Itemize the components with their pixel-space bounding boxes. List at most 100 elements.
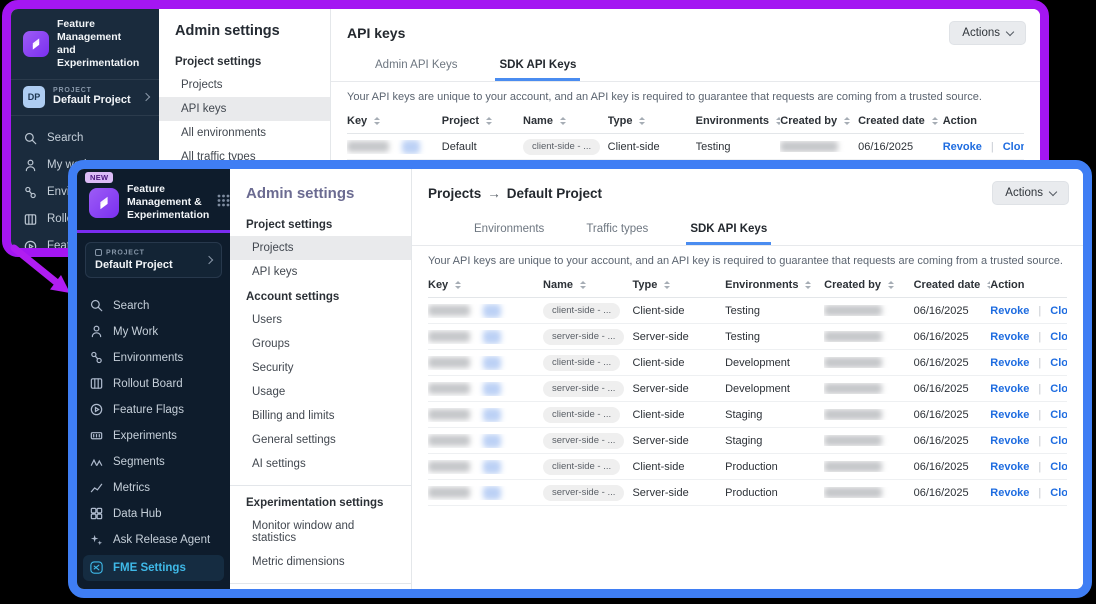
created-by-cell	[824, 435, 913, 446]
clone-link[interactable]: Clone	[1050, 435, 1067, 447]
back-project-selector[interactable]: DP PROJECT Default Project	[11, 80, 159, 116]
key-name-pill[interactable]: server-side - ...	[543, 381, 624, 397]
column-header-environments[interactable]: Environments	[725, 279, 824, 291]
tab[interactable]: Admin API Keys	[371, 53, 461, 81]
actions-button[interactable]: Actions	[949, 21, 1026, 45]
column-label: Name	[523, 115, 553, 127]
key-name-pill[interactable]: client-side - ...	[543, 407, 620, 423]
column-header-created-by[interactable]: Created by	[824, 279, 913, 291]
copy-key-icon[interactable]	[483, 460, 501, 474]
actions-button[interactable]: Actions	[992, 181, 1069, 205]
revoke-link[interactable]: Revoke	[990, 435, 1029, 447]
key-name-pill[interactable]: server-side - ...	[543, 485, 624, 501]
sidebar-item-rollout-board[interactable]: Rollout Board	[77, 371, 230, 397]
revoke-link[interactable]: Revoke	[990, 487, 1029, 499]
copy-key-icon[interactable]	[483, 356, 501, 370]
front-project-selector[interactable]: PROJECT Default Project	[85, 242, 222, 277]
sidebar-item-experiments[interactable]: Experiments	[77, 423, 230, 449]
copy-key-icon[interactable]	[483, 330, 501, 344]
sidebar-item-data-hub[interactable]: Data Hub	[77, 501, 230, 527]
sidebar-item-my-work[interactable]: My Work	[77, 319, 230, 345]
column-header-type[interactable]: Type	[632, 279, 725, 291]
admin-nav-item[interactable]: AI settings	[230, 452, 411, 476]
key-name-pill[interactable]: server-side - ...	[543, 329, 624, 345]
split-logo	[23, 31, 49, 57]
redacted-key	[428, 461, 470, 472]
sidebar-item-fme-settings[interactable]: FME Settings	[83, 555, 224, 581]
redacted-user	[824, 383, 882, 394]
revoke-link[interactable]: Revoke	[990, 383, 1029, 395]
breadcrumb-root[interactable]: Projects	[428, 186, 481, 201]
clone-link[interactable]: Clone	[1003, 141, 1024, 153]
clone-link[interactable]: Clone	[1050, 461, 1067, 473]
sidebar-item-feature-flags[interactable]: Feature Flags	[77, 397, 230, 423]
environments-cell: Testing	[725, 305, 824, 317]
clone-link[interactable]: Clone	[1050, 409, 1067, 421]
project-label-text: PROJECT	[106, 250, 145, 257]
table-row: client-side - ... Client-side Developmen…	[428, 350, 1067, 376]
revoke-link[interactable]: Revoke	[990, 409, 1029, 421]
copy-key-icon[interactable]	[483, 382, 501, 396]
column-header-created-date[interactable]: Created date	[858, 115, 943, 127]
tab[interactable]: SDK API Keys	[686, 217, 771, 245]
admin-nav-item[interactable]: Billing and limits	[230, 404, 411, 428]
admin-nav-item[interactable]: General settings	[230, 428, 411, 452]
admin-nav-item[interactable]: All environments	[159, 121, 330, 145]
copy-key-icon[interactable]	[483, 434, 501, 448]
revoke-link[interactable]: Revoke	[943, 141, 982, 153]
copy-key-icon[interactable]	[483, 304, 501, 318]
sidebar-item-ask-release-agent[interactable]: Ask Release Agent	[77, 527, 230, 553]
app-switcher-grid-icon[interactable]	[217, 194, 230, 212]
key-name-pill[interactable]: client-side - ...	[543, 459, 620, 475]
copy-key-icon[interactable]	[402, 140, 420, 154]
column-header-created-by[interactable]: Created by	[780, 115, 858, 127]
column-header-created-date[interactable]: Created date	[914, 279, 991, 291]
admin-nav-item[interactable]: Users	[230, 308, 411, 332]
key-name-pill[interactable]: client-side - ...	[543, 355, 620, 371]
column-header-environments[interactable]: Environments	[696, 115, 781, 127]
tab[interactable]: Traffic types	[582, 217, 652, 245]
column-header-key[interactable]: Key	[428, 279, 543, 291]
sidebar-item-environments[interactable]: Environments	[77, 345, 230, 371]
admin-nav-item[interactable]: Security	[230, 356, 411, 380]
copy-key-icon[interactable]	[483, 486, 501, 500]
tab[interactable]: SDK API Keys	[495, 53, 580, 81]
sidebar-item-segments[interactable]: Segments	[77, 449, 230, 475]
key-name-pill[interactable]: server-side - ...	[543, 433, 624, 449]
admin-nav-item[interactable]: Groups	[230, 332, 411, 356]
column-header-project[interactable]: Project	[442, 115, 523, 127]
revoke-link[interactable]: Revoke	[990, 461, 1029, 473]
environments-icon	[23, 185, 38, 200]
key-name-pill[interactable]: client-side - ...	[543, 303, 620, 319]
clone-link[interactable]: Clone	[1050, 383, 1067, 395]
column-header-name[interactable]: Name	[543, 279, 632, 291]
tab[interactable]: Environments	[470, 217, 548, 245]
clone-link[interactable]: Clone	[1050, 331, 1067, 343]
admin-nav-item[interactable]: Monitor window and statistics	[230, 514, 411, 550]
sidebar-item-search[interactable]: Search	[77, 293, 230, 319]
sidebar-item-label: Environments	[113, 352, 183, 364]
admin-section-items: UsersGroupsSecurityUsageBilling and limi…	[230, 308, 411, 476]
revoke-link[interactable]: Revoke	[990, 305, 1029, 317]
sidebar-item-search[interactable]: Search	[11, 125, 159, 152]
column-header-key[interactable]: Key	[347, 115, 442, 127]
clone-link[interactable]: Clone	[1050, 305, 1067, 317]
column-label: Key	[428, 279, 448, 291]
sidebar-item-label: Search	[113, 300, 149, 312]
admin-nav-item[interactable]: Projects	[159, 73, 330, 97]
admin-nav-item[interactable]: Usage	[230, 380, 411, 404]
clone-link[interactable]: Clone	[1050, 487, 1067, 499]
key-name-pill[interactable]: client-side - ...	[523, 139, 600, 155]
column-header-type[interactable]: Type	[608, 115, 696, 127]
admin-nav-item[interactable]: API keys	[230, 260, 411, 284]
revoke-link[interactable]: Revoke	[990, 331, 1029, 343]
admin-nav-item[interactable]: Metric dimensions	[230, 550, 411, 574]
copy-key-icon[interactable]	[483, 408, 501, 422]
desktop-background: Feature Management and Experimentation D…	[0, 0, 1096, 604]
column-header-name[interactable]: Name	[523, 115, 608, 127]
sidebar-item-metrics[interactable]: Metrics	[77, 475, 230, 501]
clone-link[interactable]: Clone	[1050, 357, 1067, 369]
admin-nav-item[interactable]: Projects	[230, 236, 411, 260]
admin-nav-item[interactable]: API keys	[159, 97, 330, 121]
revoke-link[interactable]: Revoke	[990, 357, 1029, 369]
